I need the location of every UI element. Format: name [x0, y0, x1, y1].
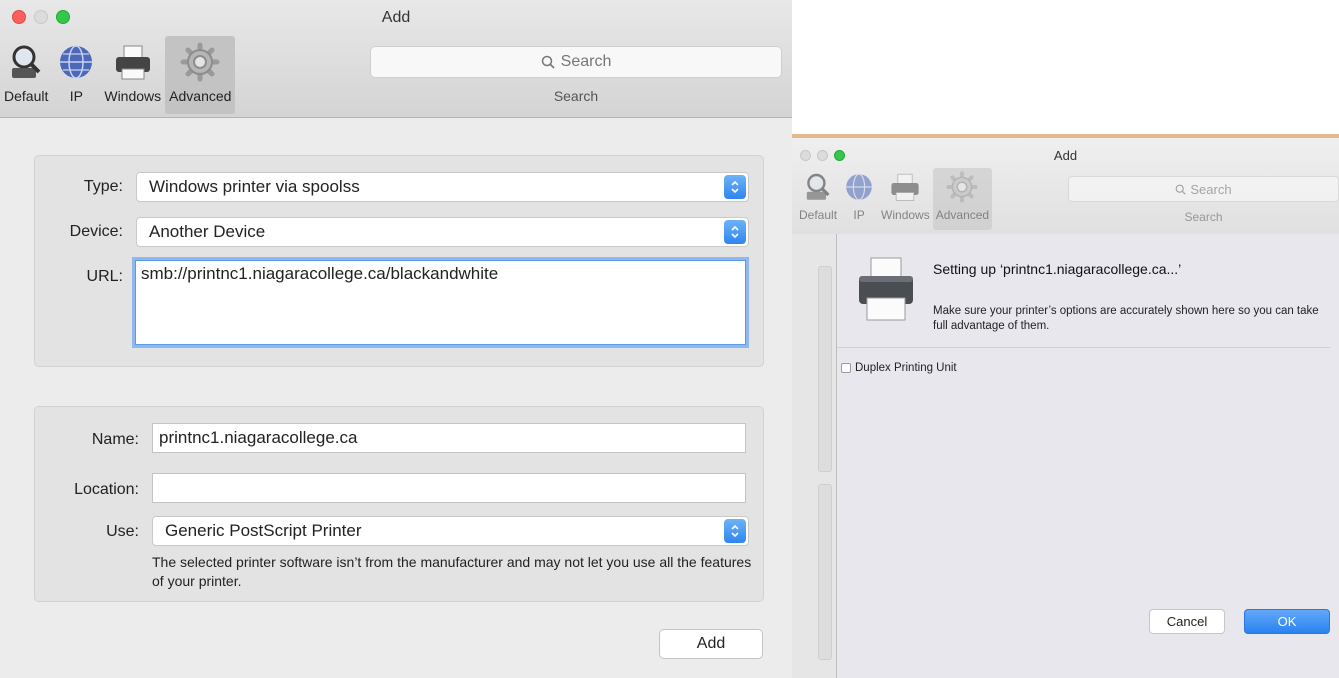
use-popup[interactable]: Generic PostScript Printer: [152, 516, 749, 546]
chevron-updown-icon: [724, 519, 746, 543]
gear-icon: [180, 42, 220, 82]
printer-icon: [857, 256, 915, 322]
search-icon: [1175, 184, 1187, 195]
search-area: Search Search: [370, 46, 782, 104]
toolbar-default-label: Default: [799, 208, 838, 222]
sheet-title: Setting up ‘printnc1.niagaracollege.ca..…: [933, 261, 1182, 277]
toolbar-advanced-button[interactable]: Advanced: [932, 168, 993, 230]
printer-icon: [113, 42, 153, 82]
chevron-updown-icon: [724, 175, 746, 199]
add-printer-window: Add Default IP Windows Advanced Search S…: [0, 0, 792, 678]
use-value: Generic PostScript Printer: [165, 521, 362, 540]
name-field[interactable]: printnc1.niagaracollege.ca: [152, 423, 746, 453]
location-label: Location:: [74, 481, 139, 498]
add-button[interactable]: Add: [659, 629, 763, 659]
search-icon: [541, 55, 555, 69]
duplex-option[interactable]: Duplex Printing Unit: [841, 362, 957, 374]
magnifier-icon: [802, 171, 834, 203]
use-label: Use:: [106, 523, 139, 540]
toolbar-advanced-label: Advanced: [935, 208, 990, 222]
printer-icon: [889, 171, 921, 203]
device-value: Another Device: [149, 222, 266, 241]
toolbar: Default IP Windows Advanced: [0, 36, 236, 114]
toolbar-windows-label: Windows: [881, 208, 930, 222]
toolbar-default-button[interactable]: Default: [0, 36, 52, 114]
duplex-option-label: Duplex Printing Unit: [855, 362, 957, 374]
background-panel-edge: [818, 484, 832, 660]
url-label: URL:: [86, 268, 123, 285]
toolbar-windows-button[interactable]: Windows: [878, 168, 933, 230]
toolbar-ip-label: IP: [853, 208, 865, 222]
toolbar-default-label: Default: [4, 88, 49, 104]
toolbar-ip-button[interactable]: IP: [52, 36, 100, 114]
search-caption: Search: [1184, 210, 1223, 224]
sheet-separator: [837, 347, 1330, 348]
type-value: Windows printer via spoolss: [149, 177, 360, 196]
chevron-updown-icon: [724, 220, 746, 244]
driver-warning-note: The selected printer software isn’t from…: [152, 554, 752, 589]
toolbar-ip-button[interactable]: IP: [840, 168, 878, 230]
search-input[interactable]: Search: [370, 46, 782, 78]
toolbar-windows-label: Windows: [104, 88, 162, 104]
toolbar: Default IP Windows Advanced: [796, 168, 993, 230]
window-title: Add: [1053, 148, 1078, 163]
gear-icon: [946, 171, 979, 203]
globe-icon: [843, 171, 875, 203]
toolbar-windows-button[interactable]: Windows: [100, 36, 165, 114]
url-field[interactable]: smb://printnc1.niagaracollege.ca/blackan…: [132, 257, 749, 348]
background-panel-edge: [818, 266, 832, 472]
toolbar-advanced-button[interactable]: Advanced: [165, 36, 236, 114]
connection-panel: Type: Windows printer via spoolss Device…: [34, 155, 764, 367]
search-caption: Search: [553, 88, 599, 104]
globe-icon: [56, 42, 96, 82]
search-area: Search Search: [1068, 176, 1339, 224]
search-placeholder: Search: [560, 53, 612, 70]
toolbar-advanced-label: Advanced: [169, 88, 232, 104]
magnifier-icon: [6, 42, 46, 82]
toolbar-ip-label: IP: [69, 88, 83, 104]
duplex-checkbox[interactable]: [841, 363, 851, 373]
type-popup[interactable]: Windows printer via spoolss: [136, 172, 749, 202]
cancel-button[interactable]: Cancel: [1149, 609, 1225, 634]
search-placeholder: Search: [1190, 181, 1232, 197]
device-popup[interactable]: Another Device: [136, 217, 749, 247]
location-field[interactable]: [152, 473, 746, 503]
setup-printer-window: Add Default IP Windows Advanced Search S…: [792, 134, 1339, 678]
setup-sheet: Setting up ‘printnc1.niagaracollege.ca..…: [836, 234, 1339, 678]
toolbar-default-button[interactable]: Default: [796, 168, 840, 230]
sheet-message: Make sure your printer’s options are acc…: [933, 305, 1319, 332]
window-title: Add: [381, 9, 411, 26]
device-label: Device:: [69, 223, 123, 240]
ok-button[interactable]: OK: [1244, 609, 1330, 634]
window-titlebar: Add Default IP Windows Advanced Search S…: [792, 134, 1339, 234]
window-titlebar: Add Default IP Windows Advanced Search S…: [0, 0, 792, 118]
name-label: Name:: [91, 431, 139, 448]
printer-info-panel: Name: printnc1.niagaracollege.ca Locatio…: [34, 406, 764, 602]
type-label: Type:: [83, 178, 123, 195]
search-input[interactable]: Search: [1068, 176, 1339, 202]
